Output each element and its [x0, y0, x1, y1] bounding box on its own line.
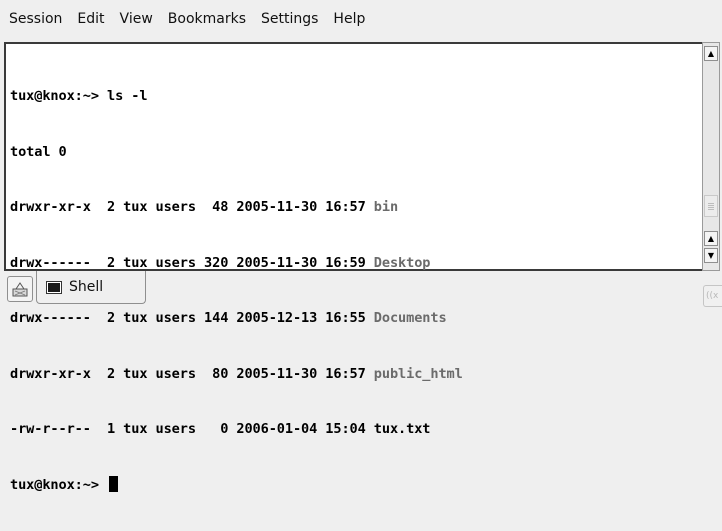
menu-bar: Session Edit View Bookmarks Settings Hel…: [0, 0, 722, 38]
tab-shell[interactable]: Shell: [36, 271, 146, 304]
terminal-view[interactable]: tux@knox:~> ls -l total 0 drwxr-xr-x 2 t…: [4, 42, 702, 493]
shell-prompt: tux@knox:~>: [10, 476, 108, 493]
text-cursor: [109, 475, 119, 492]
terminal-line: drwx------ 2 tux users 144 2005-12-13 16…: [10, 310, 447, 326]
new-session-button[interactable]: [7, 276, 33, 302]
terminal-line: -rw-r--r-- 1 tux users 0 2006-01-04 15:0…: [10, 421, 431, 437]
directory-name: bin: [373, 199, 399, 215]
tab-label: Shell: [69, 279, 104, 295]
terminal-line: total 0: [10, 143, 67, 160]
menu-settings[interactable]: Settings: [261, 11, 318, 27]
menu-view[interactable]: View: [120, 11, 153, 27]
close-tab-icon[interactable]: ((x: [703, 285, 722, 307]
terminal-line: tux@knox:~> ls -l: [10, 88, 148, 104]
terminal-line: drwxr-xr-x 2 tux users 48 2005-11-30 16:…: [10, 199, 399, 215]
scrollbar-handle[interactable]: [704, 195, 718, 217]
directory-name: public_html: [373, 365, 463, 382]
menu-bookmarks[interactable]: Bookmarks: [168, 11, 246, 27]
menu-session[interactable]: Session: [9, 11, 62, 27]
session-tab-bar: Shell ((x: [0, 271, 722, 311]
directory-name: Documents: [373, 310, 447, 326]
directory-name: Desktop: [373, 254, 431, 271]
terminal-icon: [46, 280, 62, 294]
scroll-up-icon[interactable]: ▲: [704, 46, 718, 61]
scroll-down-icon[interactable]: ▼: [704, 248, 718, 263]
scroll-up-icon[interactable]: ▲: [704, 231, 718, 246]
terminal-line: drwxr-xr-x 2 tux users 80 2005-11-30 16:…: [10, 365, 463, 382]
menu-edit[interactable]: Edit: [77, 11, 104, 27]
terminal-prompt-line: tux@knox:~>: [10, 475, 463, 495]
menu-help[interactable]: Help: [333, 11, 365, 27]
terminal-line: drwx------ 2 tux users 320 2005-11-30 16…: [10, 254, 431, 271]
new-session-icon: [12, 282, 28, 297]
vertical-scrollbar[interactable]: ▲ ▲ ▼: [702, 42, 720, 271]
